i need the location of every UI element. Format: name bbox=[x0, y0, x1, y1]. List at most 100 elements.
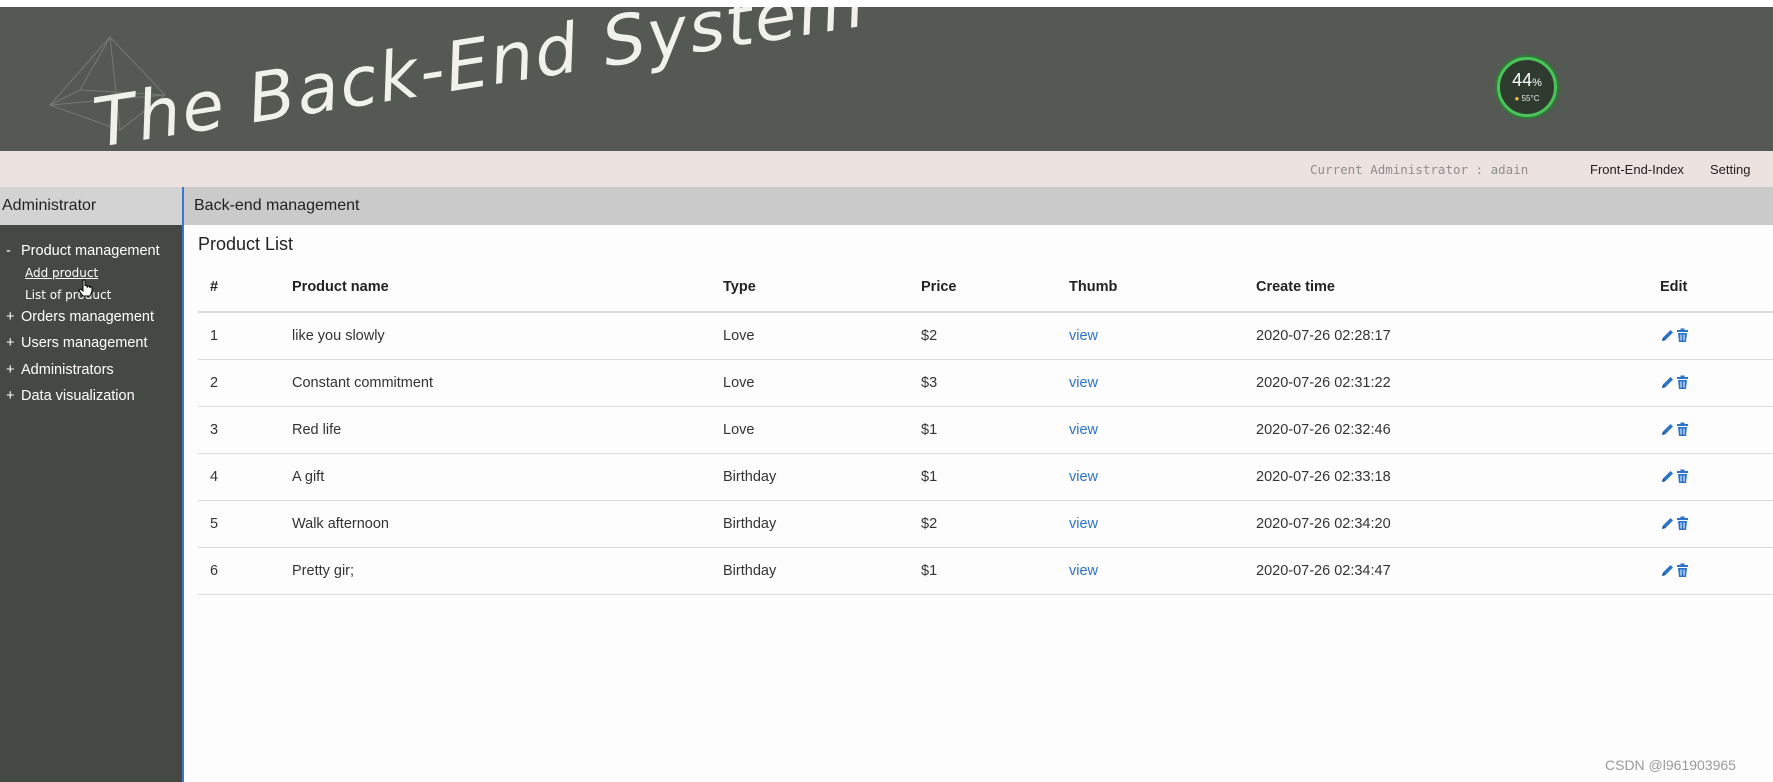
cell-product-name: Constant commitment bbox=[280, 358, 711, 406]
column-header-product-name: Product name bbox=[280, 263, 711, 313]
sidebar-item-label: Orders management bbox=[21, 308, 154, 325]
cell-create-time: 2020-07-26 02:32:46 bbox=[1244, 405, 1648, 453]
column-header-thumb: Thumb bbox=[1057, 263, 1244, 313]
edit-pencil-icon[interactable] bbox=[1660, 469, 1675, 484]
cell-price: $1 bbox=[909, 405, 1057, 453]
cell-id: 3 bbox=[198, 405, 280, 453]
cell-type: Love bbox=[711, 311, 909, 359]
product-table: # Product name Type Price Thumb Create t… bbox=[198, 263, 1773, 595]
cell-create-time: 2020-07-26 02:33:18 bbox=[1244, 452, 1648, 500]
column-header-create-time: Create time bbox=[1244, 263, 1648, 313]
table-row: 1 like you slowly Love $2 view 2020-07-26 02:… bbox=[198, 311, 1773, 359]
cell-thumb: view bbox=[1057, 311, 1244, 359]
current-admin-text: Current Administrator : adain bbox=[1310, 162, 1529, 177]
cell-edit bbox=[1648, 311, 1773, 359]
front-end-index-link[interactable]: Front-End-Index bbox=[1590, 162, 1684, 177]
view-thumb-link[interactable]: view bbox=[1069, 422, 1098, 438]
cell-price: $1 bbox=[909, 452, 1057, 500]
expand-icon: + bbox=[6, 308, 15, 325]
cell-type: Love bbox=[711, 405, 909, 453]
submenu-item-list-of-product[interactable]: List of product bbox=[25, 284, 182, 306]
cpu-gauge[interactable]: 44% ● 55°C bbox=[1497, 57, 1557, 117]
cell-price: $3 bbox=[909, 358, 1057, 406]
sidebar-menu: - Product management Add product List of … bbox=[0, 225, 182, 410]
sidebar-item-label: Administrators bbox=[21, 361, 114, 378]
info-bar: Current Administrator : adain Front-End-… bbox=[0, 151, 1773, 187]
column-header-edit: Edit bbox=[1648, 263, 1773, 313]
cell-type: Love bbox=[711, 358, 909, 406]
column-header-id: # bbox=[198, 263, 280, 313]
cell-thumb: view bbox=[1057, 452, 1244, 500]
setting-link[interactable]: Setting bbox=[1710, 162, 1750, 177]
delete-trash-icon[interactable] bbox=[1675, 375, 1690, 390]
sidebar-item-label: Product management bbox=[21, 243, 160, 259]
edit-pencil-icon[interactable] bbox=[1660, 563, 1675, 578]
edit-pencil-icon[interactable] bbox=[1660, 516, 1675, 531]
top-strip bbox=[0, 0, 1773, 7]
cell-edit bbox=[1648, 499, 1773, 547]
cell-thumb: view bbox=[1057, 499, 1244, 547]
delete-trash-icon[interactable] bbox=[1675, 469, 1690, 484]
edit-pencil-icon[interactable] bbox=[1660, 328, 1675, 343]
mouse-cursor-icon bbox=[78, 279, 93, 297]
cell-thumb: view bbox=[1057, 358, 1244, 406]
sidebar-heading: Administrator bbox=[0, 187, 182, 225]
submenu-item-add-product[interactable]: Add product bbox=[25, 262, 182, 284]
edit-pencil-icon[interactable] bbox=[1660, 375, 1675, 390]
view-thumb-link[interactable]: view bbox=[1069, 328, 1098, 344]
table-header-row: # Product name Type Price Thumb Create t… bbox=[198, 263, 1773, 313]
cell-type: Birthday bbox=[711, 452, 909, 500]
cell-price: $2 bbox=[909, 499, 1057, 547]
sidebar-item-product-management[interactable]: - Product management bbox=[0, 238, 182, 265]
banner: The Back-End System 44% ● 55°C bbox=[0, 7, 1773, 151]
expand-icon: + bbox=[6, 388, 15, 404]
sidebar-item-administrators[interactable]: + Administrators bbox=[0, 357, 182, 384]
view-thumb-link[interactable]: view bbox=[1069, 516, 1098, 532]
table-row: 5 Walk afternoon Birthday $2 view 2020-07-26 … bbox=[198, 499, 1773, 547]
view-thumb-link[interactable]: view bbox=[1069, 375, 1098, 391]
page-title: Product List bbox=[198, 234, 294, 254]
cell-product-name: A gift bbox=[280, 452, 711, 500]
content-heading: Back-end management bbox=[194, 197, 360, 214]
view-thumb-link[interactable]: view bbox=[1069, 469, 1098, 485]
cell-price: $2 bbox=[909, 311, 1057, 359]
cell-id: 4 bbox=[198, 452, 280, 500]
expand-icon: + bbox=[6, 361, 15, 378]
cell-id: 5 bbox=[198, 499, 280, 547]
sidebar-item-data-visualization[interactable]: + Data visualization bbox=[0, 383, 182, 410]
edit-pencil-icon[interactable] bbox=[1660, 422, 1675, 437]
sidebar: Administrator - Product management Add pr… bbox=[0, 187, 182, 782]
cell-product-name: Walk afternoon bbox=[280, 499, 711, 547]
cell-create-time: 2020-07-26 02:34:20 bbox=[1244, 499, 1648, 547]
gauge-percent: 44% bbox=[1512, 70, 1542, 90]
banner-title: The Back-End System bbox=[90, 7, 870, 151]
table-row: 3 Red life Love $1 view 2020-07-26 02:32:46 bbox=[198, 405, 1773, 453]
table-row: 2 Constant commitment Love $3 view 2020-07-26… bbox=[198, 358, 1773, 406]
cell-create-time: 2020-07-26 02:34:47 bbox=[1244, 546, 1648, 595]
table-row: 6 Pretty gir; Birthday $1 view 2020-07-26 02:… bbox=[198, 546, 1773, 595]
cell-edit bbox=[1648, 358, 1773, 406]
cell-product-name: Red life bbox=[280, 405, 711, 453]
delete-trash-icon[interactable] bbox=[1675, 516, 1690, 531]
cell-id: 2 bbox=[198, 358, 280, 406]
content-header: Back-end management bbox=[182, 187, 1773, 225]
cell-price: $1 bbox=[909, 546, 1057, 595]
cell-product-name: Pretty gir; bbox=[280, 546, 711, 595]
sidebar-item-label: Users management bbox=[21, 335, 148, 351]
thermometer-icon: ● bbox=[1514, 94, 1520, 103]
delete-trash-icon[interactable] bbox=[1675, 563, 1690, 578]
banner-title-text: The Back-End System bbox=[90, 7, 870, 151]
delete-trash-icon[interactable] bbox=[1675, 422, 1690, 437]
cell-thumb: view bbox=[1057, 546, 1244, 595]
sidebar-item-orders-management[interactable]: + Orders management bbox=[0, 304, 182, 331]
cell-edit bbox=[1648, 452, 1773, 500]
cell-edit bbox=[1648, 546, 1773, 595]
cell-create-time: 2020-07-26 02:28:17 bbox=[1244, 311, 1648, 359]
view-thumb-link[interactable]: view bbox=[1069, 563, 1098, 579]
delete-trash-icon[interactable] bbox=[1675, 328, 1690, 343]
cell-edit bbox=[1648, 405, 1773, 453]
column-header-type: Type bbox=[711, 263, 909, 313]
watermark: CSDN @l961903965 bbox=[1605, 757, 1736, 773]
cell-id: 6 bbox=[198, 546, 280, 595]
sidebar-item-users-management[interactable]: + Users management bbox=[0, 330, 182, 357]
